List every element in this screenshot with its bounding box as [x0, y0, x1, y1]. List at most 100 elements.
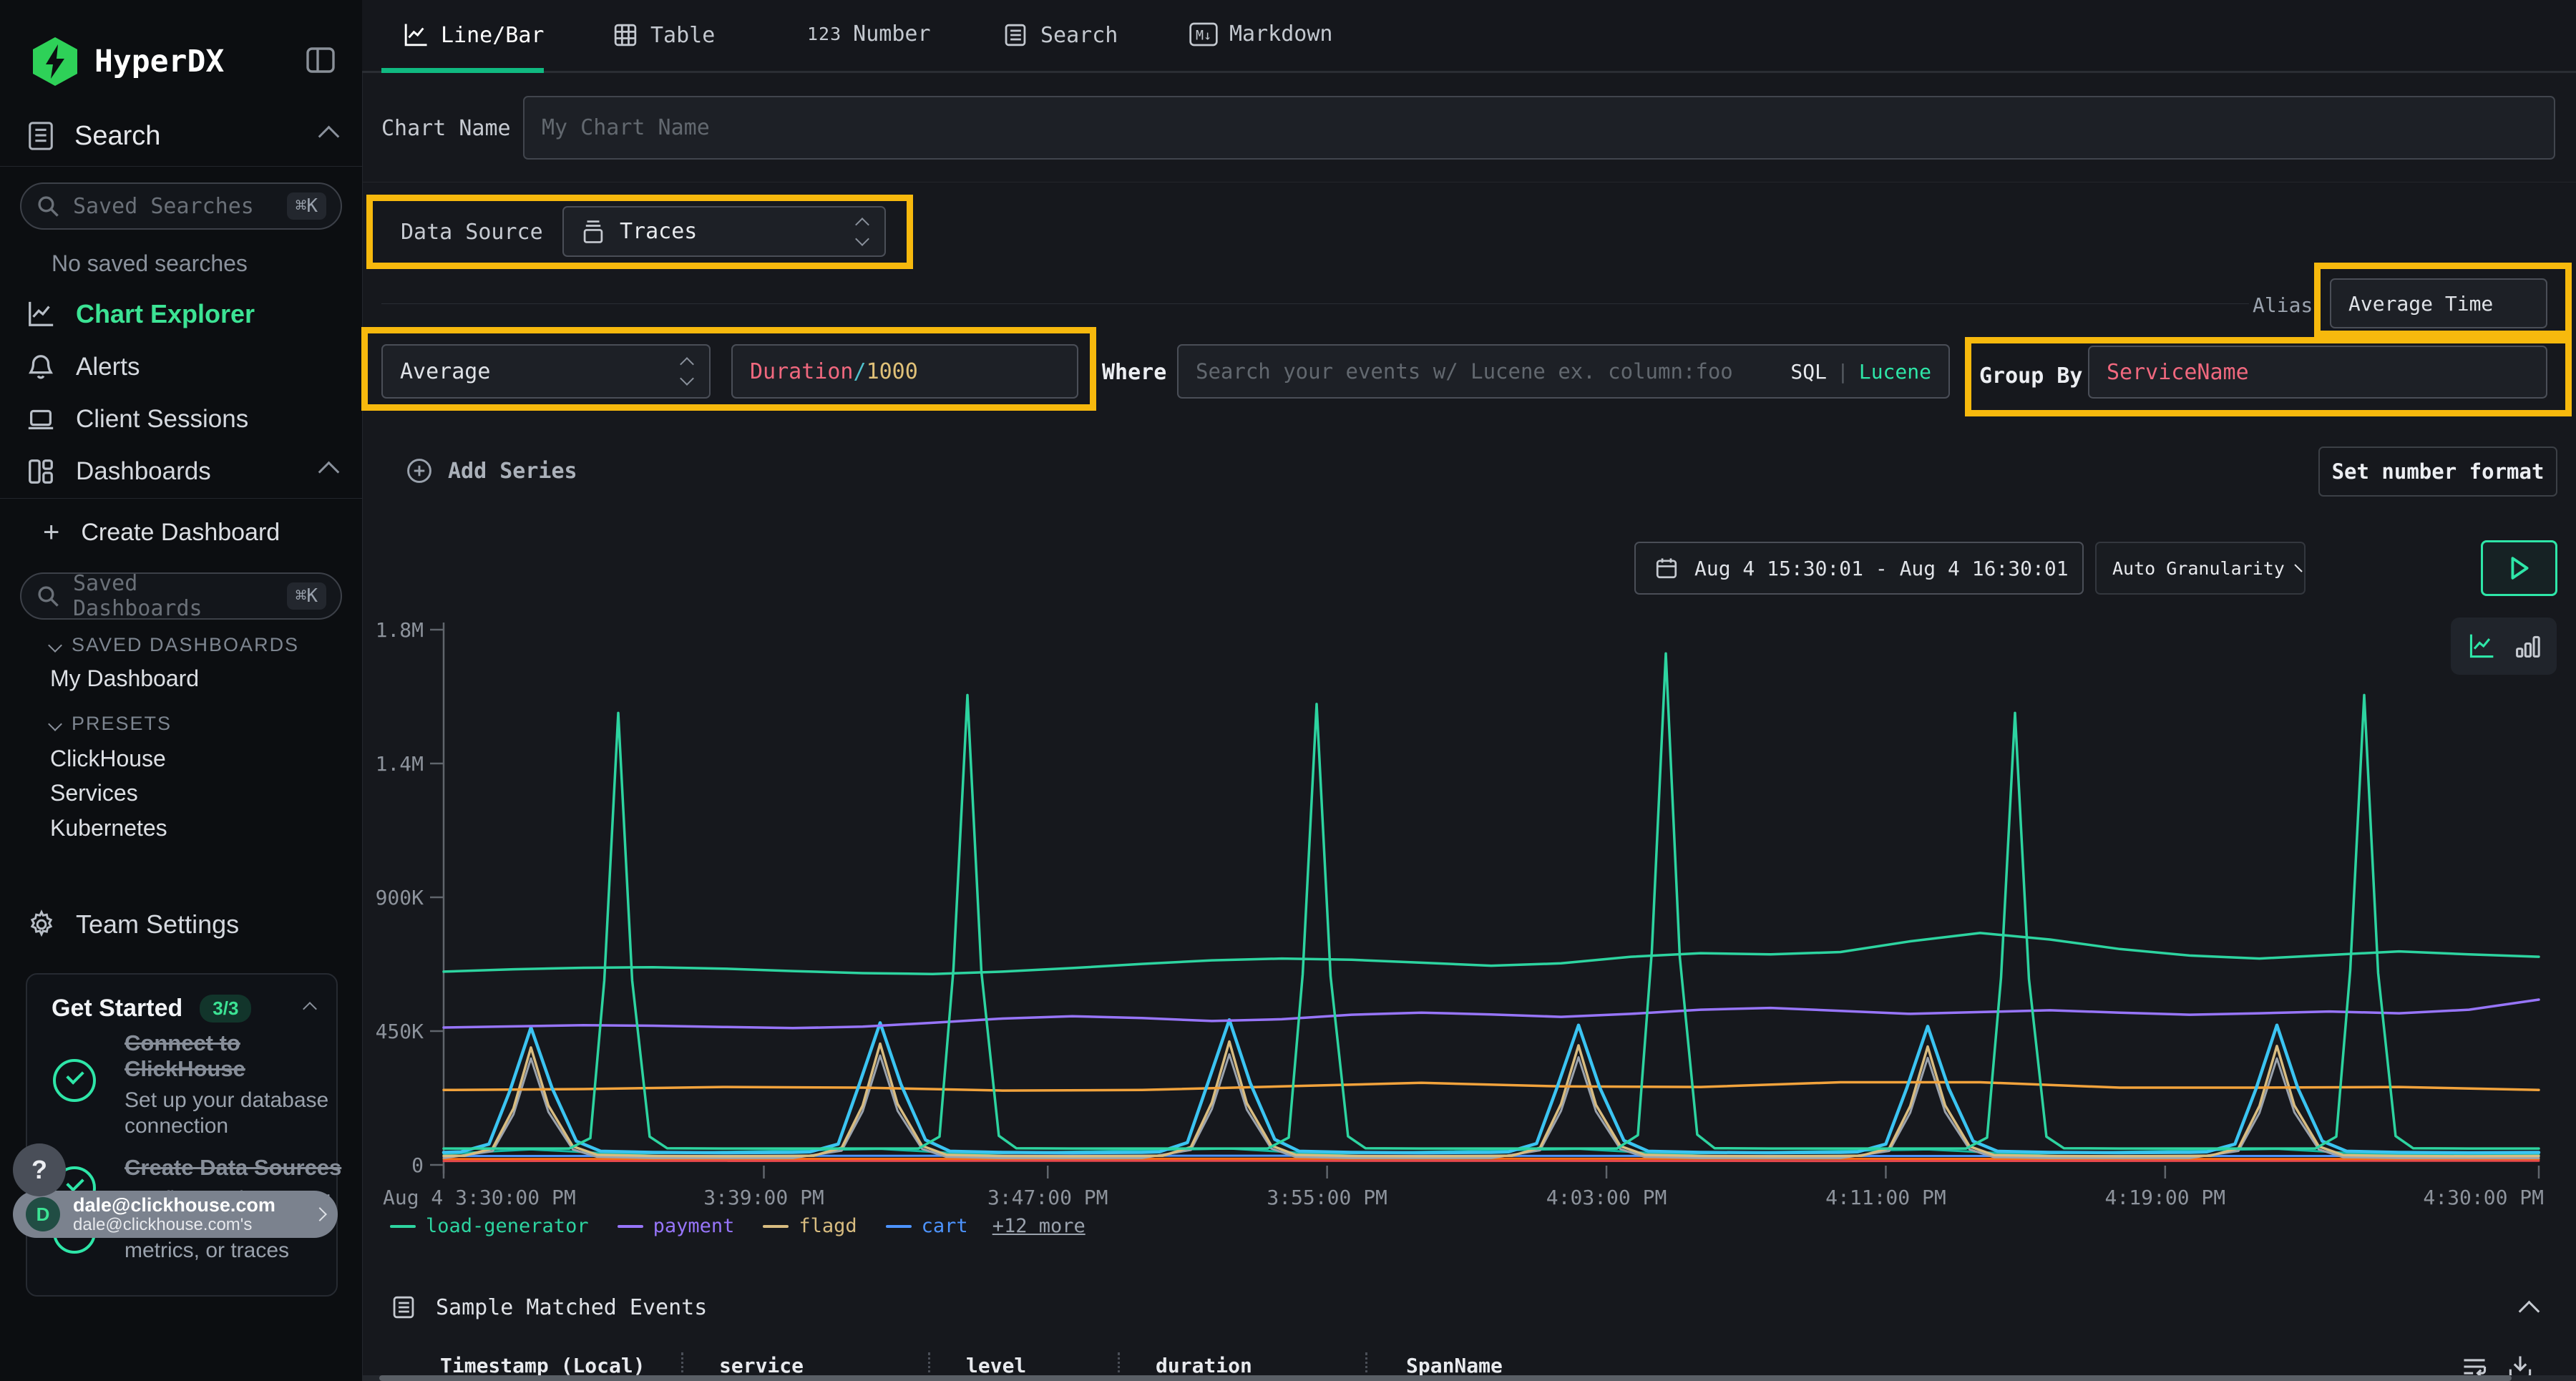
column-separator[interactable] — [681, 1352, 683, 1378]
chart-name-input[interactable]: My Chart Name — [523, 96, 2555, 160]
chevron-up-icon[interactable] — [318, 125, 340, 147]
legend-swatch — [763, 1225, 789, 1228]
column-header-service[interactable]: service — [719, 1354, 804, 1377]
sidebar-item-team-settings[interactable]: Team Settings — [26, 909, 239, 940]
series-divider — [381, 303, 2249, 304]
saved-searches-placeholder: Saved Searches — [73, 194, 254, 219]
saved-dashboards-group[interactable]: SAVED DASHBOARDS — [50, 634, 299, 656]
aggregation-value: Average — [400, 359, 490, 384]
chart-legend: load-generator payment flagd cart +12 mo… — [390, 1215, 1085, 1237]
group-by-input[interactable]: ServiceName — [2088, 346, 2547, 399]
create-dashboard-button[interactable]: + Create Dashboard — [43, 517, 280, 549]
play-icon — [2509, 556, 2530, 580]
sample-events-title: Sample Matched Events — [436, 1295, 707, 1320]
sidebar-alerts-label: Alerts — [76, 353, 140, 381]
granularity-select[interactable]: Auto Granularity — [2095, 542, 2306, 595]
lucene-mode-toggle[interactable]: Lucene — [1859, 360, 1931, 384]
sql-mode-toggle[interactable]: SQL — [1790, 360, 1827, 384]
saved-searches-input[interactable]: Saved Searches ⌘K — [20, 182, 342, 230]
sidebar-item-alerts[interactable]: Alerts — [26, 352, 140, 382]
sidebar-chart-explorer-label: Chart Explorer — [76, 299, 255, 329]
list-lines-icon — [1002, 21, 1029, 49]
legend-label: payment — [653, 1215, 735, 1237]
field-expression-input[interactable]: Duration / 1000 — [731, 344, 1078, 399]
dashboards-icon — [26, 457, 56, 487]
tab-number[interactable]: 123 Number — [807, 21, 931, 47]
user-menu[interactable]: D dale@clickhouse.com dale@clickhouse.co… — [13, 1191, 338, 1238]
tab-label: Number — [853, 21, 930, 47]
svg-text:900K: 900K — [376, 886, 424, 909]
user-team: dale@clickhouse.com's — [73, 1216, 275, 1234]
collapse-sample-events-icon[interactable] — [2519, 1301, 2540, 1322]
legend-swatch — [390, 1225, 416, 1228]
sidebar-item-dashboards[interactable]: Dashboards — [26, 457, 336, 487]
column-header-timestamp[interactable]: Timestamp (Local) — [440, 1354, 645, 1377]
app-logo[interactable]: HyperDX — [33, 37, 224, 86]
tab-search[interactable]: Search — [1002, 21, 1118, 49]
date-range-picker[interactable]: Aug 4 15:30:01 - Aug 4 16:30:01 — [1634, 542, 2084, 595]
get-started-item-1-title[interactable]: Connect to ClickHouse — [125, 1030, 339, 1081]
team-settings-label: Team Settings — [76, 909, 239, 940]
chart-svg[interactable]: 0450K900K1.4M1.8MAug 4 3:30:00 PM3:39:00… — [362, 608, 2576, 1213]
check-circle-icon — [53, 1059, 96, 1102]
collapse-sidebar-icon[interactable] — [303, 43, 338, 77]
column-separator[interactable] — [1118, 1352, 1120, 1378]
column-separator[interactable] — [928, 1352, 930, 1378]
sidebar-section-search[interactable]: Search — [26, 120, 336, 152]
aggregation-select[interactable]: Average — [381, 344, 711, 399]
sidebar-item-chart-explorer[interactable]: Chart Explorer — [26, 299, 255, 329]
alias-label: Alias — [2253, 293, 2313, 317]
data-source-value: Traces — [620, 219, 697, 244]
get-started-header[interactable]: Get Started 3/3 — [52, 995, 315, 1023]
get-started-item-2-title[interactable]: Create Data Sources — [125, 1155, 368, 1181]
field-part-duration: Duration — [750, 359, 854, 384]
sidebar-item-clickhouse[interactable]: ClickHouse — [50, 746, 166, 772]
help-question-mark: ? — [31, 1155, 47, 1185]
column-header-level[interactable]: level — [966, 1354, 1026, 1377]
shortcut-badge: ⌘K — [287, 192, 326, 220]
chevron-up-icon[interactable] — [318, 461, 340, 482]
presets-group[interactable]: PRESETS — [50, 713, 172, 735]
granularity-value: Auto Granularity — [2112, 558, 2285, 579]
legend-item-load-generator[interactable]: load-generator — [390, 1215, 589, 1237]
help-button[interactable]: ? — [13, 1143, 66, 1196]
svg-text:1.8M: 1.8M — [376, 618, 424, 642]
get-started-title: Get Started — [52, 995, 182, 1023]
plus-circle-icon — [405, 457, 434, 485]
legend-swatch — [886, 1225, 912, 1228]
svg-text:450K: 450K — [376, 1020, 424, 1043]
field-part-1000: 1000 — [867, 359, 918, 384]
tab-markdown[interactable]: M↓ Markdown — [1189, 21, 1333, 47]
set-number-format-button[interactable]: Set number format — [2318, 446, 2557, 497]
add-series-button[interactable]: Add Series — [405, 457, 577, 485]
chevron-up-icon[interactable] — [303, 1002, 317, 1016]
sidebar-search-label: Search — [74, 121, 160, 152]
tab-line-bar[interactable]: Line/Bar — [402, 21, 545, 49]
search-icon — [36, 584, 60, 608]
sidebar-item-kubernetes[interactable]: Kubernetes — [50, 815, 167, 841]
divider — [0, 498, 362, 499]
svg-text:4:03:00 PM: 4:03:00 PM — [1546, 1186, 1667, 1209]
legend-item-cart[interactable]: cart — [886, 1215, 968, 1237]
where-label: Where — [1102, 360, 1166, 385]
tab-table[interactable]: Table — [612, 21, 715, 49]
where-search-input[interactable]: Search your events w/ Lucene ex. column:… — [1177, 344, 1950, 399]
data-source-select[interactable]: Traces — [562, 206, 886, 257]
saved-dashboards-input[interactable]: Saved Dashboards ⌘K — [20, 572, 342, 620]
sidebar-item-client-sessions[interactable]: Client Sessions — [26, 404, 248, 434]
run-query-button[interactable] — [2481, 540, 2557, 596]
sidebar-item-services[interactable]: Services — [50, 780, 138, 806]
tab-label: Search — [1040, 23, 1118, 48]
column-separator[interactable] — [1365, 1352, 1367, 1378]
column-header-duration[interactable]: duration — [1156, 1354, 1252, 1377]
legend-more-link[interactable]: +12 more — [992, 1215, 1085, 1237]
column-header-spanname[interactable]: SpanName — [1406, 1354, 1503, 1377]
chevron-down-icon — [48, 638, 62, 653]
legend-item-payment[interactable]: payment — [618, 1215, 735, 1237]
horizontal-scrollbar-thumb[interactable] — [379, 1375, 2512, 1381]
legend-item-flagd[interactable]: flagd — [763, 1215, 857, 1237]
alias-input[interactable]: Average Time — [2330, 278, 2547, 328]
date-range-value: Aug 4 15:30:01 - Aug 4 16:30:01 — [1694, 557, 2069, 580]
sidebar-item-my-dashboard[interactable]: My Dashboard — [50, 665, 199, 692]
svg-text:M↓: M↓ — [1196, 28, 1211, 43]
